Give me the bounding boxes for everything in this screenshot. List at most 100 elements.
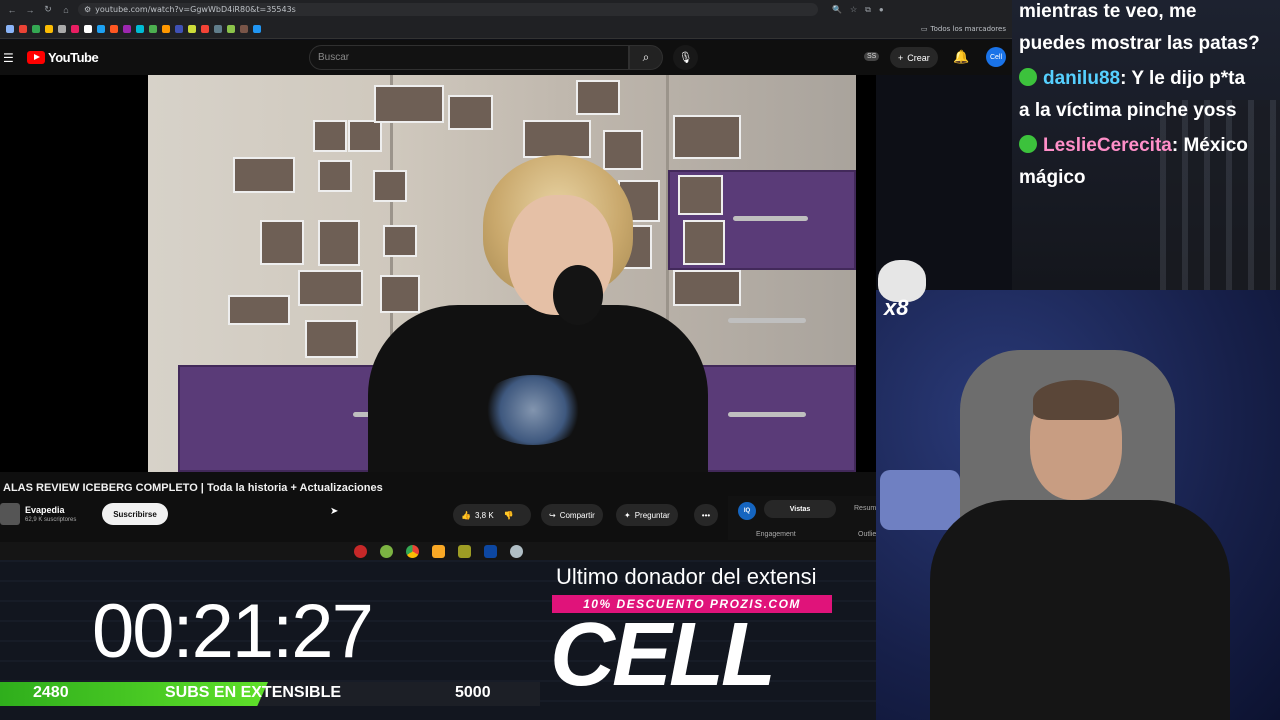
wall-photo <box>683 220 725 265</box>
file-explorer-icon[interactable] <box>431 544 445 558</box>
subs-goal-target: 5000 <box>455 684 491 701</box>
chat-text: : México <box>1171 135 1248 156</box>
voice-search-button[interactable]: 🎙 <box>673 45 698 70</box>
webcam-streamer-shirt <box>930 500 1230 720</box>
outlier-metric-label: Outlie <box>858 531 877 538</box>
video-player[interactable] <box>148 75 856 472</box>
home-icon[interactable]: ⌂ <box>60 5 72 15</box>
bookmark-icon[interactable] <box>162 24 170 33</box>
site-info-icon[interactable]: ⚙ <box>84 5 91 14</box>
photoshop-icon[interactable] <box>483 544 497 558</box>
emote-multiplier: x8 <box>884 295 909 320</box>
chat-username: LeslieCerecita <box>1043 135 1172 156</box>
wall-photo <box>673 115 741 159</box>
create-button[interactable]: + Crear <box>890 47 938 68</box>
channel-avatar[interactable] <box>0 503 20 525</box>
screen: ← → ↻ ⌂ ⚙ youtube.com/watch?v=GgwWbD4iR8… <box>0 0 1280 720</box>
reload-icon[interactable]: ↻ <box>42 4 54 15</box>
chat-badge-icon <box>1019 67 1037 86</box>
last-donor-name: CELL <box>550 605 776 705</box>
wall-photo <box>318 160 352 192</box>
search-input[interactable]: Buscar <box>309 45 629 70</box>
channel-name[interactable]: Evapedia <box>25 505 65 515</box>
microphone-icon: 🎙 <box>678 52 693 64</box>
bookmark-icon[interactable] <box>58 24 66 33</box>
folder-label: Todos los marcadores <box>930 24 1006 33</box>
create-label: Crear <box>907 52 930 63</box>
search-button[interactable]: ⌕ <box>629 45 663 70</box>
tab-resumen[interactable]: Resum <box>854 505 876 512</box>
ask-button[interactable]: ✦ Preguntar <box>616 504 678 526</box>
bookmark-icon[interactable] <box>71 24 79 33</box>
webcam-bed <box>880 470 960 530</box>
youtube-logo[interactable]: YouTube <box>27 50 99 65</box>
url-text: youtube.com/watch?v=GgwWbD4iR80&t=35543s <box>95 5 296 14</box>
mouse-cursor-icon: ➤ <box>330 506 339 517</box>
drawer-handle <box>733 216 808 221</box>
forward-icon[interactable]: → <box>24 5 36 15</box>
like-icon[interactable]: 👍 <box>461 511 471 520</box>
address-bar[interactable]: ⚙ youtube.com/watch?v=GgwWbD4iR80&t=3554… <box>78 3 818 16</box>
ss-badge[interactable]: SS <box>864 52 880 61</box>
share-button[interactable]: ↪ Compartir <box>541 504 603 526</box>
wall-photo <box>380 275 420 313</box>
subscribe-button[interactable]: Suscribirse <box>102 503 168 525</box>
notifications-bell-icon[interactable]: 🔔 <box>953 49 969 65</box>
app-icon[interactable] <box>379 544 393 558</box>
wall-photo <box>673 270 741 306</box>
like-count[interactable]: 3,8 K <box>475 511 494 520</box>
account-avatar[interactable]: Cell <box>986 47 1006 67</box>
bookmark-icon[interactable] <box>227 24 235 33</box>
youtube-header: ☰ YouTube Buscar ⌕ 🎙 SS + Crear 🔔 Cell <box>0 40 1012 75</box>
taskbar <box>0 542 876 560</box>
all-bookmarks-folder[interactable]: ▭ Todos los marcadores <box>921 25 1006 33</box>
chrome-icon[interactable] <box>405 544 419 558</box>
wall-photo <box>678 175 723 215</box>
zoom-icon[interactable]: 🔍 <box>832 5 842 15</box>
bookmark-icon[interactable] <box>253 24 261 33</box>
wall-photo <box>228 295 290 325</box>
wall-photo <box>233 157 295 193</box>
ask-label: Preguntar <box>634 510 670 520</box>
bookmark-icon[interactable] <box>240 24 248 33</box>
extensions-icon[interactable]: ⧉ <box>865 5 871 15</box>
chat-message-line: a la víctima pinche yoss <box>1019 100 1237 121</box>
like-dislike-group: 👍 3,8 K 👎 <box>453 504 531 526</box>
subs-goal-label: SUBS EN EXTENSIBLE <box>165 684 342 701</box>
bookmark-icon[interactable] <box>45 24 53 33</box>
wall-photo <box>260 220 304 265</box>
share-icon: ↪ <box>549 510 556 520</box>
more-actions-button[interactable]: ••• <box>694 504 718 526</box>
wall-photo <box>318 220 360 266</box>
bookmark-icon[interactable] <box>32 24 40 33</box>
bookmark-icon[interactable] <box>110 24 118 33</box>
iq-extension-icon[interactable]: IQ <box>738 502 756 520</box>
bookmark-icon[interactable] <box>123 24 131 33</box>
recording-app-icon[interactable] <box>353 544 367 558</box>
drawer-handle <box>728 412 806 417</box>
bookmark-star-icon[interactable]: ☆ <box>850 5 857 15</box>
app-icon[interactable] <box>509 544 523 558</box>
engagement-metric-label: Engagement <box>756 531 796 538</box>
bookmark-icon[interactable] <box>175 24 183 33</box>
profile-icon[interactable]: ● <box>879 5 884 15</box>
bookmark-icon[interactable] <box>136 24 144 33</box>
wall-photo <box>523 120 591 158</box>
tab-vistas[interactable]: Vistas <box>764 500 836 518</box>
hamburger-menu-icon[interactable]: ☰ <box>3 51 17 65</box>
video-title: ALAS REVIEW ICEBERG COMPLETO | Toda la h… <box>3 482 383 494</box>
bookmark-icon[interactable] <box>214 24 222 33</box>
wall-photo <box>603 130 643 170</box>
bookmark-icon[interactable] <box>188 24 196 33</box>
bookmark-icon[interactable] <box>149 24 157 33</box>
drawer-handle <box>728 318 806 323</box>
bookmark-icon[interactable] <box>201 24 209 33</box>
app-icon[interactable] <box>457 544 471 558</box>
dislike-icon[interactable]: 👎 <box>504 511 514 520</box>
bookmark-icon[interactable] <box>19 24 27 33</box>
bookmark-icon[interactable] <box>6 24 14 33</box>
back-icon[interactable]: ← <box>6 5 18 15</box>
bookmark-icon[interactable] <box>84 24 92 33</box>
wall-photo <box>383 225 417 257</box>
bookmark-icon[interactable] <box>97 24 105 33</box>
